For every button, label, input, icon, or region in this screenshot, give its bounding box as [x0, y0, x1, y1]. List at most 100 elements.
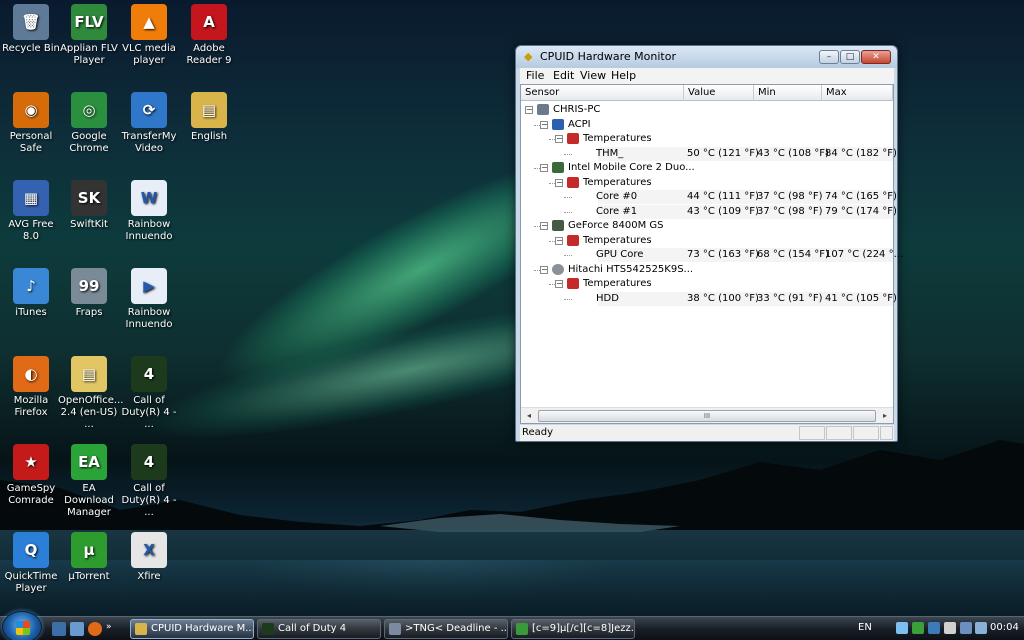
desktop-icon-ea-download-manager[interactable]: EA EA Download Manager — [58, 444, 120, 519]
app-icon: Q — [13, 532, 49, 568]
firefox-quicklaunch-icon[interactable] — [88, 622, 102, 636]
desktop-icon-itunes[interactable]: ♪ iTunes — [0, 268, 62, 319]
task-app-icon — [135, 623, 147, 635]
xfire-tray-icon[interactable] — [944, 622, 956, 634]
collapse-toggle-icon[interactable]: − — [555, 280, 563, 288]
scroll-thumb[interactable]: III — [538, 410, 876, 422]
desktop-icon-transfermy-video[interactable]: ⟳ TransferMy Video — [118, 92, 180, 155]
desktop-icon-google-chrome[interactable]: ◎ Google Chrome — [58, 92, 120, 155]
tree-node-row[interactable]: − Intel Mobile Core 2 Duo... — [521, 161, 893, 175]
sensor-label: GPU Core — [596, 249, 644, 260]
collapse-toggle-icon[interactable]: − — [555, 236, 563, 245]
show-desktop-icon[interactable] — [52, 622, 66, 636]
title-bar[interactable]: ◆ CPUID Hardware Monitor – □ ✕ — [516, 46, 897, 68]
tree-node-row[interactable]: − CHRIS-PC — [521, 103, 893, 117]
column-min[interactable]: Min — [754, 85, 822, 101]
collapse-toggle-icon[interactable]: − — [540, 222, 548, 230]
tree-node-row[interactable]: − Hitachi HTS542525K9S... — [521, 263, 893, 277]
tree-node-row[interactable]: − ACPI — [521, 118, 893, 132]
column-sensor[interactable]: Sensor — [521, 85, 684, 101]
scroll-right-arrow-icon[interactable]: ▸ — [878, 410, 892, 422]
menu-edit[interactable]: Edit — [553, 69, 574, 82]
sensor-reading-row[interactable]: Core #1 43 °C (109 °F) 37 °C (98 °F) 79 °C … — [521, 204, 897, 219]
sensor-tree-list[interactable]: Sensor Value Min Max − CHRIS-PC − ACPI − Temp… — [520, 84, 903, 424]
app-icon: ▶ — [131, 268, 167, 304]
resize-grip-icon[interactable] — [880, 426, 893, 440]
taskbar-button-label: [c=9]µ[/c][c=8]Jezz... — [532, 623, 635, 634]
menu-view[interactable]: View — [580, 69, 606, 82]
sensor-label: Temperatures — [583, 278, 652, 289]
desktop-icon-rainbow-innuendo[interactable]: ▶ Rainbow Innuendo — [118, 268, 180, 331]
utorrent-tray-icon[interactable] — [912, 622, 924, 634]
collapse-toggle-icon[interactable]: − — [555, 178, 563, 187]
tree-node-row[interactable]: − Temperatures — [521, 234, 893, 248]
desktop-icon-recycle-bin[interactable]: 🗑 Recycle Bin — [0, 4, 62, 55]
clock[interactable]: 00:04 — [990, 622, 1019, 633]
thermometer-icon — [567, 133, 579, 144]
sensor-label: Core #1 — [596, 205, 638, 217]
desktop-icon-adobe-reader-9[interactable]: A Adobe Reader 9 — [178, 4, 240, 67]
desktop-icon-personal-safe[interactable]: ◉ Personal Safe — [0, 92, 62, 155]
tree-node-row[interactable]: − Temperatures — [521, 176, 893, 190]
collapse-toggle-icon[interactable]: − — [555, 135, 563, 143]
taskbar-button[interactable]: >TNG< Deadline - ... — [384, 619, 508, 639]
maximize-button[interactable]: □ — [840, 50, 860, 64]
desktop-icon-torrent[interactable]: µ µTorrent — [58, 532, 120, 583]
tree-node-row[interactable]: − Temperatures — [521, 277, 893, 291]
taskbar-button-label: Call of Duty 4 — [278, 623, 347, 634]
desktop-icon-applian-flv-player[interactable]: FLV Applian FLV Player — [58, 4, 120, 67]
taskbar-button[interactable]: Call of Duty 4 — [257, 619, 381, 639]
volume-icon[interactable] — [975, 622, 987, 634]
start-button[interactable] — [2, 611, 42, 640]
menu-help[interactable]: Help — [611, 69, 636, 82]
desktop-icon-gamespy-comrade[interactable]: ★ GameSpy Comrade — [0, 444, 62, 507]
desktop-icon-mozilla-firefox[interactable]: ◐ Mozilla Firefox — [0, 356, 62, 419]
sensor-reading-row[interactable]: GPU Core 73 °C (163 °F) 68 °C (154 °F) 107 … — [521, 248, 903, 262]
taskbar-button[interactable]: [c=9]µ[/c][c=8]Jezz... — [511, 619, 635, 639]
app-icon: ▤ — [71, 356, 107, 392]
column-value[interactable]: Value — [684, 85, 754, 101]
desktop-icon-call-of-duty-r-4[interactable]: 4 Call of Duty(R) 4 - ... — [118, 356, 180, 431]
desktop-icon-xfire[interactable]: X Xfire — [118, 532, 180, 583]
desktop-icon-quicktime-player[interactable]: Q QuickTime Player — [0, 532, 62, 595]
collapse-toggle-icon[interactable]: − — [525, 106, 533, 114]
switch-windows-icon[interactable] — [70, 622, 84, 636]
desktop-icon-swiftkit[interactable]: SK SwiftKit — [58, 180, 120, 231]
reading-value: 38 °C (100 °F) — [687, 292, 759, 304]
desktop-icon-openoffice-2-4-en-us[interactable]: ▤ OpenOffice... 2.4 (en-US) ... — [58, 356, 123, 431]
collapse-toggle-icon[interactable]: − — [540, 265, 548, 274]
column-max[interactable]: Max — [822, 85, 893, 101]
horizontal-scrollbar[interactable]: ◂ III ▸ — [521, 407, 893, 423]
desktop-icon-fraps[interactable]: 99 Fraps — [58, 268, 120, 319]
tree-node-row[interactable]: − GeForce 8400M GS — [521, 219, 893, 233]
menu-file[interactable]: File — [526, 69, 544, 82]
cpuid-hardware-monitor-window[interactable]: ◆ CPUID Hardware Monitor – □ ✕ File Edit… — [515, 45, 903, 442]
tree-node-row[interactable]: − Temperatures — [521, 132, 893, 146]
desktop-icon-english[interactable]: ▤ English — [178, 92, 240, 143]
quicklaunch-overflow-icon[interactable]: » — [106, 622, 114, 636]
gpu-icon — [552, 220, 564, 231]
minimize-button[interactable]: – — [819, 50, 839, 64]
desktop-icon-label: AVG Free 8.0 — [8, 219, 54, 242]
taskbar-button[interactable]: CPUID Hardware M... — [130, 619, 254, 639]
desktop-icon-avg-free-8-0[interactable]: ▦ AVG Free 8.0 — [0, 180, 62, 243]
desktop-icon-label: Applian FLV Player — [60, 43, 118, 66]
desktop-icon-rainbow-innuendo[interactable]: W Rainbow Innuendo — [118, 180, 180, 243]
desktop-icon-vlc-media-player[interactable]: ▲ VLC media player — [118, 4, 180, 67]
app-icon: A — [191, 4, 227, 40]
collapse-toggle-icon[interactable]: − — [540, 120, 548, 129]
close-button[interactable]: ✕ — [861, 50, 891, 64]
desktop-icon-label: Recycle Bin — [2, 43, 60, 54]
scroll-left-arrow-icon[interactable]: ◂ — [522, 410, 536, 422]
sensor-reading-row[interactable]: THM_ 50 °C (121 °F) 43 °C (108 °F) 84 °C (1… — [521, 146, 897, 161]
sensor-reading-row[interactable]: HDD 38 °C (100 °F) 33 °C (91 °F) 41 °C (105… — [521, 291, 897, 306]
sensor-reading-row[interactable]: Core #0 44 °C (111 °F) 37 °C (98 °F) 74 °C … — [521, 190, 897, 204]
reading-min: 37 °C (98 °F) — [757, 205, 823, 217]
network-icon[interactable] — [896, 622, 908, 634]
collapse-toggle-icon[interactable]: − — [540, 164, 548, 172]
language-indicator[interactable]: EN — [858, 622, 872, 633]
power-icon[interactable] — [960, 622, 972, 634]
app-icon: X — [131, 532, 167, 568]
tray-app-icon[interactable] — [928, 622, 940, 634]
desktop-icon-call-of-duty-r-4[interactable]: 4 Call of Duty(R) 4 - ... — [118, 444, 180, 519]
